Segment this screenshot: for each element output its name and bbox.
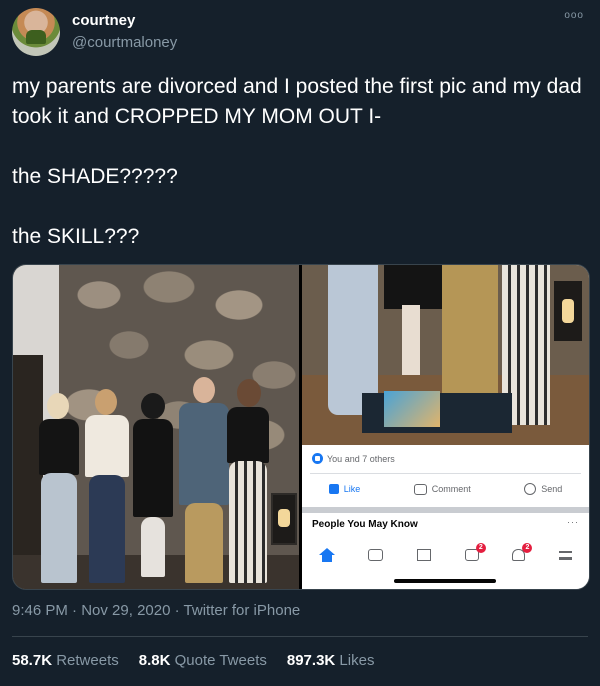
groups-tab-icon[interactable]: 2	[464, 543, 486, 561]
fb-tab-bar: 2 2	[302, 541, 589, 569]
person-figure	[85, 415, 129, 477]
tweet-stats: 58.7K Retweets 8.8K Quote Tweets 897.3K …	[12, 652, 374, 669]
thumbs-up-icon	[328, 484, 339, 494]
family-photo[interactable]	[13, 265, 299, 589]
groups-badge: 2	[475, 543, 486, 553]
likes-stat[interactable]: 897.3K Likes	[287, 652, 375, 669]
quote-tweets-stat[interactable]: 8.8K Quote Tweets	[139, 652, 267, 669]
reaction-count: You and 7 others	[327, 453, 395, 464]
lantern	[554, 281, 582, 341]
facebook-post-footer: You and 7 others Like Comment Send Peopl…	[302, 445, 589, 589]
tweet-timestamp: 9:46 PM · Nov 29, 2020 · Twitter for iPh…	[12, 602, 301, 619]
more-options-icon[interactable]: ooo	[564, 10, 584, 21]
retweets-stat[interactable]: 58.7K Retweets	[12, 652, 119, 669]
person-figure	[39, 419, 79, 475]
section-more-icon[interactable]: ···	[567, 517, 579, 527]
menu-tab-icon[interactable]	[559, 551, 573, 560]
comment-icon	[413, 483, 427, 495]
cropped-photo	[302, 265, 589, 445]
home-indicator	[394, 579, 496, 583]
tweet-header: courtney @courtmaloney ooo	[12, 8, 588, 60]
person-figure	[133, 419, 173, 517]
book	[384, 391, 440, 427]
tweet-time-link[interactable]: 9:46 PM · Nov 29, 2020	[12, 602, 170, 619]
person-figure	[179, 403, 229, 505]
tweet-source-link[interactable]: Twitter for iPhone	[184, 602, 301, 619]
facebook-screenshot[interactable]: You and 7 others Like Comment Send Peopl…	[302, 265, 589, 589]
user-handle[interactable]: @courtmaloney	[72, 34, 177, 51]
tweet-media[interactable]: You and 7 others Like Comment Send Peopl…	[12, 264, 590, 590]
fb-like-button[interactable]: Like	[328, 484, 361, 494]
fb-send-button[interactable]: Send	[524, 483, 562, 495]
watch-tab-icon[interactable]	[368, 549, 384, 561]
home-tab-icon[interactable]	[318, 548, 335, 562]
notifications-badge: 2	[522, 543, 533, 553]
fb-comment-label: Comment	[431, 484, 471, 494]
fb-send-label: Send	[541, 484, 563, 494]
people-you-may-know-title: People You May Know	[312, 519, 418, 530]
notifications-tab-icon[interactable]: 2	[512, 543, 533, 561]
messenger-icon	[524, 483, 537, 495]
marketplace-tab-icon[interactable]	[417, 549, 432, 561]
avatar[interactable]	[12, 8, 60, 56]
fb-like-label: Like	[343, 484, 361, 494]
display-name[interactable]: courtney	[72, 12, 135, 29]
divider	[12, 636, 588, 637]
fb-comment-button[interactable]: Comment	[413, 483, 471, 495]
like-reaction-icon	[312, 453, 323, 464]
tweet-text: my parents are divorced and I posted the…	[12, 72, 588, 252]
person-figure	[227, 407, 269, 463]
lantern	[271, 493, 297, 545]
tweet-line-2: the SHADE?????	[12, 165, 178, 188]
tweet-line-3: the SKILL???	[12, 225, 140, 248]
tweet-line-1: my parents are divorced and I posted the…	[12, 75, 582, 128]
reaction-summary[interactable]: You and 7 others	[312, 453, 395, 464]
